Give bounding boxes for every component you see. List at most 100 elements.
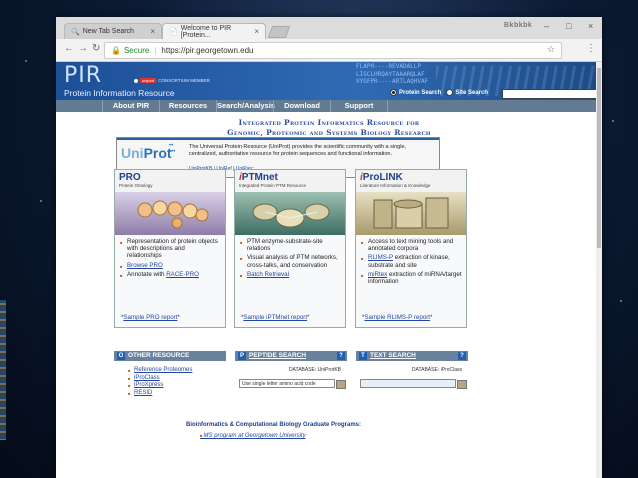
url-separator: | xyxy=(154,46,157,55)
text-search-input[interactable] xyxy=(360,379,467,389)
card-footer: *Sample iPTMnet report* xyxy=(241,314,310,321)
pro-illustration xyxy=(115,192,225,235)
panel-header: O OTHER RESOURCE xyxy=(114,351,226,361)
sample-report-link[interactable]: Sample iPTMnet report xyxy=(243,314,307,321)
reload-icon[interactable]: ↻ xyxy=(92,43,100,54)
mirtex-link[interactable]: miRtex xyxy=(368,271,387,278)
sequence-line: VYGFPR----ARTLAQHVAF xyxy=(356,78,429,85)
new-tab-button[interactable] xyxy=(267,26,291,38)
background-star xyxy=(40,200,42,202)
tab-new-tab-search[interactable]: 🔍 New Tab Search × xyxy=(64,23,162,39)
help-icon[interactable]: ? xyxy=(458,352,466,360)
profile-name[interactable]: Bkbkbk xyxy=(504,22,532,29)
help-icon[interactable]: ? xyxy=(337,352,345,360)
card-header: iProLINK Literature Information & Knowle… xyxy=(356,170,466,192)
uniprot-logo[interactable]: UniProt xyxy=(121,145,172,161)
rlims-p-link[interactable]: RLIMS-P xyxy=(368,254,393,261)
edge-artifact xyxy=(0,300,6,440)
peptide-search-panel: P PEPTIDE SEARCH ? DATABASE: UniProtKB U… xyxy=(235,351,347,413)
back-icon[interactable]: ← xyxy=(64,43,74,54)
pir-header: PIR uniprot CONSORTIUM MEMBER Protein In… xyxy=(56,62,602,100)
link-resid[interactable]: RESID xyxy=(128,390,226,398)
peptide-input[interactable]: Use single letter amino acid code xyxy=(239,379,346,389)
member-text: CONSORTIUM MEMBER xyxy=(158,78,210,83)
member-badge: uniprot xyxy=(140,78,157,83)
link-reference-proteomes[interactable]: Reference Proteomes xyxy=(128,367,226,375)
consortium-member: uniprot CONSORTIUM MEMBER xyxy=(134,78,210,83)
bullet-item: Access to text mining tools and annotate… xyxy=(361,238,462,252)
uniprot-logo-b: Prot xyxy=(143,145,172,161)
close-window-icon[interactable]: × xyxy=(588,21,593,31)
card-header: iPTMnet Integrated Protein PTM Resource xyxy=(235,170,345,192)
ms-program-link[interactable]: MS program at Georgetown University xyxy=(200,433,361,439)
card-subtitle: Literature Information & Knowledge xyxy=(360,183,431,188)
database-label: DATABASE: xyxy=(288,367,317,373)
menu-search-analysis[interactable]: Search/Analysis xyxy=(216,100,275,112)
header-search-input[interactable] xyxy=(502,89,598,99)
forward-icon[interactable]: → xyxy=(78,43,88,54)
peptide-go-button[interactable] xyxy=(336,380,346,389)
card-bullets: Access to text mining tools and annotate… xyxy=(360,238,462,285)
main-menu: About PIR Resources Search/Analysis Down… xyxy=(56,100,602,112)
maximize-icon[interactable]: □ xyxy=(566,21,571,31)
uniprot-logo-a: Uni xyxy=(121,145,144,161)
batch-retrieval-link[interactable]: Batch Retrieval xyxy=(247,271,289,278)
race-pro-link[interactable]: RACE-PRO xyxy=(166,271,199,278)
uniprot-top-border xyxy=(117,138,439,140)
menu-about-pir[interactable]: About PIR xyxy=(102,100,159,112)
link-iproxpress[interactable]: iProXpress xyxy=(128,382,226,390)
search-type-radios: Protein Search Site Search xyxy=(390,89,488,96)
tab-label: Welcome to PIR [Protein... xyxy=(180,24,232,39)
bookmark-star-icon[interactable]: ☆ xyxy=(547,44,555,55)
bullet-item: Visual analysis of PTM networks, cross-t… xyxy=(240,254,341,268)
card-title[interactable]: iProLINK xyxy=(360,172,462,183)
radio-label: Site Search xyxy=(455,90,489,97)
radio-protein-search[interactable]: Protein Search xyxy=(390,89,441,96)
background-star xyxy=(612,120,614,122)
menu-support[interactable]: Support xyxy=(330,100,388,112)
radio-icon xyxy=(446,89,454,96)
card-pro: PRO Protein Ontology Representation of p… xyxy=(114,169,226,328)
sample-report-link[interactable]: Sample PRO report xyxy=(123,314,177,321)
card-title[interactable]: PRO xyxy=(119,172,221,183)
panel-badge: P xyxy=(238,352,246,360)
panel-title[interactable]: PEPTIDE SEARCH xyxy=(249,351,306,361)
sample-report-link[interactable]: Sample RLIMS-P report xyxy=(364,314,430,321)
member-dot-icon xyxy=(134,78,138,83)
uniprot-description: The Universal Protein Resource (UniProt)… xyxy=(189,144,407,157)
bullet-prefix: Annotate with xyxy=(127,270,167,278)
menu-dots-icon[interactable]: ⋮ xyxy=(586,43,596,54)
pir-page: PIR uniprot CONSORTIUM MEMBER Protein In… xyxy=(56,62,602,478)
scrollbar[interactable] xyxy=(596,62,602,478)
radio-site-search[interactable]: Site Search xyxy=(446,89,488,96)
bullet-item: Batch Retrieval xyxy=(240,271,341,279)
address-bar[interactable]: 🔒 Secure | https://pir.georgetown.edu ☆ xyxy=(104,42,562,59)
panel-title[interactable]: TEXT SEARCH xyxy=(370,351,416,361)
panel-header: P PEPTIDE SEARCH ? xyxy=(235,351,347,361)
panel-body: DATABASE: iProClass xyxy=(356,361,468,389)
bullet-item: miRtex extraction of miRNA/target inform… xyxy=(361,271,462,285)
text-search-go-button[interactable] xyxy=(457,380,467,389)
database-value: UniProtKB xyxy=(317,367,341,373)
minimize-icon[interactable]: – xyxy=(544,21,549,31)
tab-welcome-pir[interactable]: 📄 Welcome to PIR [Protein... × xyxy=(162,23,266,39)
card-title[interactable]: iPTMnet xyxy=(239,172,341,183)
card-iptmnet: iPTMnet Integrated Protein PTM Resource … xyxy=(234,169,346,328)
menu-resources[interactable]: Resources xyxy=(159,100,216,112)
browse-pro-link[interactable]: Browse PRO xyxy=(127,262,163,269)
books-graphic-icon xyxy=(373,197,449,229)
close-icon[interactable]: × xyxy=(254,27,259,36)
pir-subtitle: Protein Information Resource xyxy=(64,88,175,98)
card-header: PRO Protein Ontology xyxy=(115,170,225,192)
radio-label: Protein Search xyxy=(399,90,442,97)
database-line: DATABASE: UniProtKB xyxy=(235,367,347,373)
close-icon[interactable]: × xyxy=(150,27,155,36)
panel-header: T TEXT SEARCH ? xyxy=(356,351,468,361)
card-footer: *Sample PRO report* xyxy=(121,314,180,321)
tab-label: New Tab Search xyxy=(82,28,134,35)
menu-download[interactable]: Download xyxy=(273,100,330,112)
pir-logo[interactable]: PIR xyxy=(64,63,102,88)
bullet-item: Browse PRO xyxy=(120,262,221,270)
scrollbar-thumb[interactable] xyxy=(597,68,601,248)
link-iproclass[interactable]: iProClass xyxy=(128,375,226,383)
